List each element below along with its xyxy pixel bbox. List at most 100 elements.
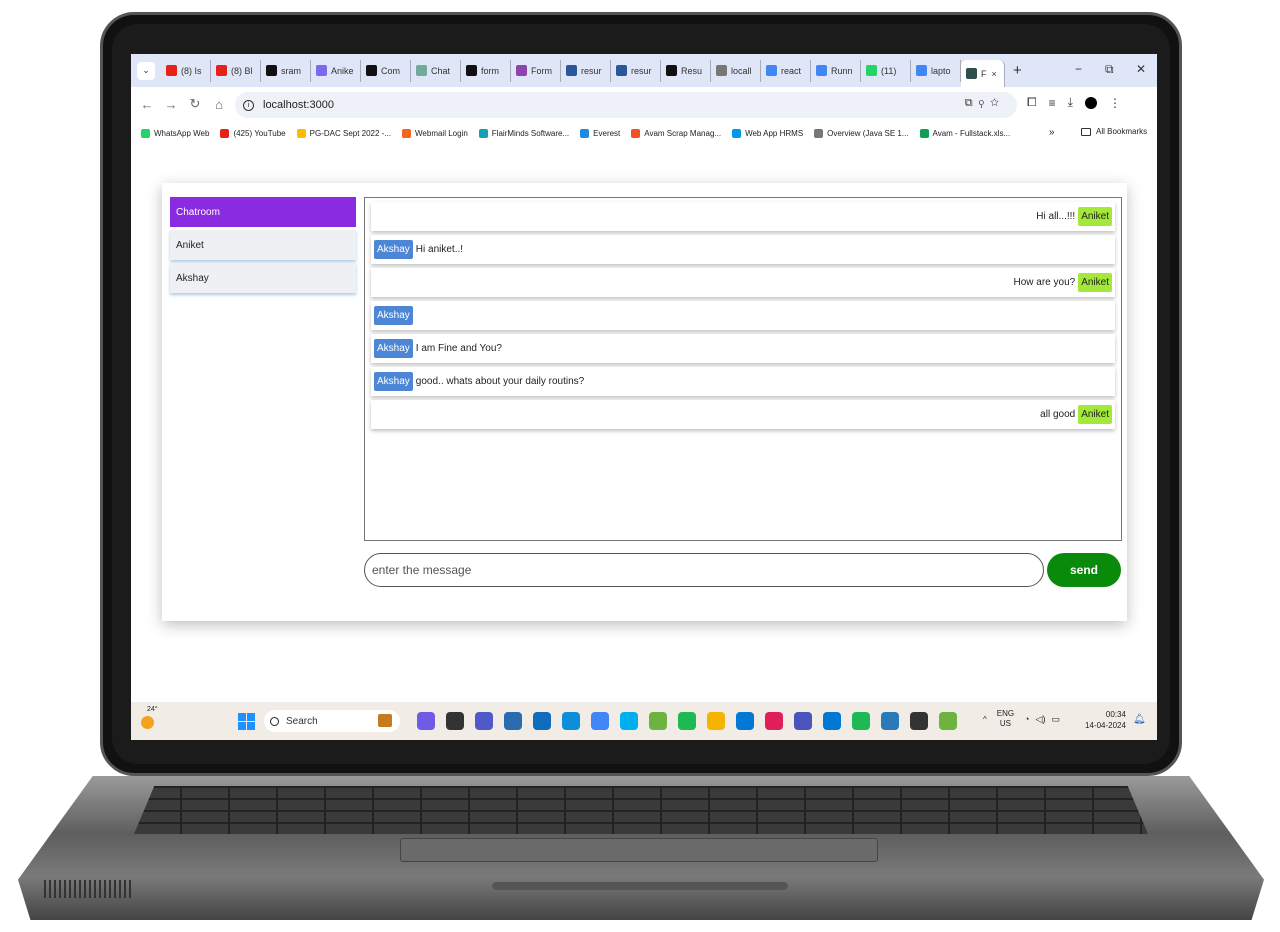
- mail-icon[interactable]: [533, 712, 551, 730]
- files-icon[interactable]: [446, 712, 464, 730]
- language-indicator[interactable]: ENG US: [997, 709, 1014, 729]
- bookmark-item[interactable]: PG-DAC Sept 2022 -...: [296, 128, 391, 138]
- teams-icon[interactable]: [475, 712, 493, 730]
- download-icon[interactable]: ⤓: [1068, 95, 1073, 110]
- battery-icon[interactable]: ▭: [1051, 714, 1060, 725]
- all-bookmarks-button[interactable]: All Bookmarks: [1081, 127, 1147, 136]
- terminal-icon[interactable]: [910, 712, 928, 730]
- taskbar-search[interactable]: Search: [264, 710, 400, 732]
- bookmark-favicon-icon: [478, 128, 488, 138]
- extensions-icon[interactable]: ⧠: [1027, 95, 1037, 110]
- all-bookmarks-label: All Bookmarks: [1096, 127, 1148, 136]
- taskbar-search-label: Search: [286, 715, 318, 727]
- address-bar[interactable]: i localhost:3000 ⧉⚲☆: [235, 92, 1017, 118]
- tab-item[interactable]: sram: [261, 59, 311, 82]
- laptop-keyboard: [134, 786, 1148, 834]
- message-input[interactable]: [364, 553, 1044, 587]
- spring-icon[interactable]: [649, 712, 667, 730]
- tab-item[interactable]: react: [761, 59, 811, 82]
- sidebar-item-akshay[interactable]: Akshay: [170, 263, 356, 293]
- wifi-icon[interactable]: ◔: [1024, 714, 1029, 724]
- bookmark-item[interactable]: Everest: [580, 128, 620, 138]
- tab-item[interactable]: (8) Bl: [211, 59, 261, 82]
- bookmarks-overflow-button[interactable]: »: [1049, 127, 1055, 138]
- volume-icon[interactable]: ◁): [1036, 714, 1046, 725]
- slack-icon[interactable]: [765, 712, 783, 730]
- menu-dots-icon[interactable]: ⋮: [1109, 96, 1121, 110]
- tab-item[interactable]: Resu: [661, 59, 711, 82]
- send-button[interactable]: send: [1047, 553, 1121, 587]
- sidebar-item-aniket[interactable]: Aniket: [170, 230, 356, 260]
- tray-chevron-icon[interactable]: ^: [983, 715, 987, 724]
- home-icon[interactable]: ⌂: [207, 97, 231, 112]
- tab-item[interactable]: (8) Is: [161, 59, 211, 82]
- forward-arrow-icon[interactable]: →: [159, 97, 183, 112]
- bookmark-star-icon[interactable]: ☆: [990, 97, 1005, 109]
- new-tab-button[interactable]: +: [1013, 62, 1022, 79]
- tab-item[interactable]: Com: [361, 59, 411, 82]
- bookmark-item[interactable]: Web App HRMS: [732, 128, 803, 138]
- clock-date: 14-04-2024: [1085, 721, 1126, 730]
- vscode-icon[interactable]: [736, 712, 754, 730]
- edge-icon[interactable]: [562, 712, 580, 730]
- bookmark-favicon-icon: [732, 128, 742, 138]
- tab-item[interactable]: Chat: [411, 59, 461, 82]
- tab-item[interactable]: form: [461, 59, 511, 82]
- notepad-icon[interactable]: [881, 712, 899, 730]
- profile-avatar[interactable]: [1084, 96, 1097, 109]
- bookmark-item[interactable]: Webmail Login: [402, 128, 468, 138]
- sender-badge: Akshay: [374, 306, 413, 325]
- reading-list-icon[interactable]: ≡: [1049, 96, 1056, 110]
- github-icon: [266, 65, 277, 76]
- laptop-vent: [44, 880, 134, 898]
- message-text: How are you?: [1013, 277, 1076, 288]
- weather-widget[interactable]: 24°: [141, 706, 159, 729]
- copilot-icon[interactable]: [417, 712, 435, 730]
- bookmark-item[interactable]: Overview (Java SE 1...: [814, 128, 909, 138]
- skype-icon[interactable]: [620, 712, 638, 730]
- bookmark-item[interactable]: Avam - Fullstack.xls...: [919, 128, 1010, 138]
- tab-item[interactable]: resur: [561, 59, 611, 82]
- notification-bell-icon[interactable]: 🔔︎: [1133, 714, 1146, 725]
- tab-label: resur: [581, 65, 602, 76]
- folder-icon: [1081, 127, 1091, 136]
- tab-item[interactable]: resur: [611, 59, 661, 82]
- tab-item[interactable]: Anike: [311, 59, 361, 82]
- tab-item[interactable]: Runn: [811, 59, 861, 82]
- word-icon: [616, 65, 627, 76]
- taskbar-clock[interactable]: 00:34 14-04-2024: [1085, 709, 1126, 731]
- tab-active[interactable]: F ×: [961, 60, 1005, 87]
- bookmark-label: FlairMinds Software...: [491, 128, 570, 138]
- bookmark-item[interactable]: FlairMinds Software...: [478, 128, 570, 138]
- store-icon[interactable]: [504, 712, 522, 730]
- tab-search-button[interactable]: ⌄: [137, 61, 155, 80]
- tab-item[interactable]: (11): [861, 59, 911, 82]
- explorer-icon[interactable]: [707, 712, 725, 730]
- outlook-icon[interactable]: [823, 712, 841, 730]
- tab-close-icon[interactable]: ×: [992, 69, 997, 79]
- close-window-button[interactable]: ✕: [1136, 62, 1146, 76]
- site-info-icon[interactable]: i: [243, 99, 254, 111]
- tab-item[interactable]: lapto: [911, 59, 961, 82]
- chat-message-box[interactable]: Hi all...!!! Aniket Akshay Hi aniket..! How …: [364, 197, 1122, 541]
- windows-start-icon[interactable]: [238, 713, 255, 730]
- tab-item[interactable]: locall: [711, 59, 761, 82]
- minimize-button[interactable]: −: [1075, 62, 1082, 76]
- install-app-icon[interactable]: ⧉: [965, 97, 979, 109]
- bookmark-item[interactable]: (425) YouTube: [220, 128, 286, 138]
- spotify2-icon[interactable]: [852, 712, 870, 730]
- github-icon: [366, 65, 377, 76]
- bookmark-favicon-icon: [631, 128, 641, 138]
- spotify-icon[interactable]: [678, 712, 696, 730]
- spring2-icon[interactable]: [939, 712, 957, 730]
- teams2-icon[interactable]: [794, 712, 812, 730]
- back-arrow-icon[interactable]: ←: [135, 97, 159, 112]
- bookmark-item[interactable]: WhatsApp Web: [141, 128, 209, 138]
- sidebar-item-chatroom[interactable]: Chatroom: [170, 197, 356, 227]
- zoom-icon[interactable]: ⚲: [979, 97, 990, 109]
- chrome-icon[interactable]: [591, 712, 609, 730]
- tab-item[interactable]: Form: [511, 59, 561, 82]
- restore-button[interactable]: ⧉: [1105, 62, 1114, 77]
- bookmark-item[interactable]: Avam Scrap Manag...: [631, 128, 721, 138]
- reload-icon[interactable]: ↻: [183, 96, 207, 112]
